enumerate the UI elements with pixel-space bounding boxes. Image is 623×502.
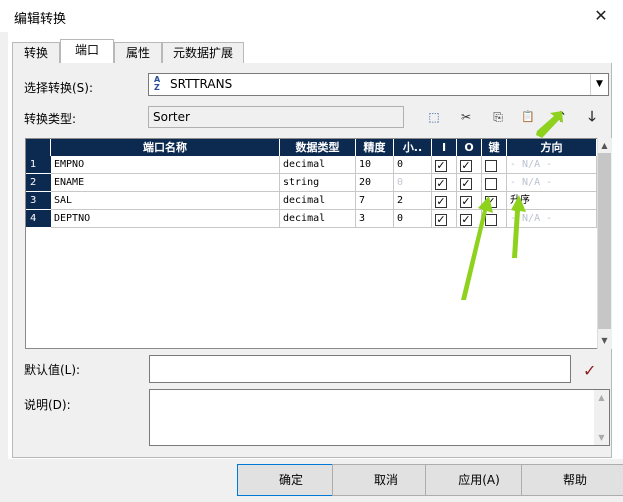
header-input[interactable]: I [432, 139, 457, 156]
output-checkbox[interactable]: ✓ [460, 196, 472, 208]
key-checkbox[interactable] [485, 214, 497, 226]
tab-properties[interactable]: 属性 [114, 42, 162, 64]
scale-cell[interactable]: 0 [394, 156, 432, 174]
chevron-down-icon[interactable]: ▼ [590, 74, 608, 95]
help-button[interactable]: 帮助 [521, 464, 623, 496]
row-number[interactable]: 1 [26, 156, 51, 174]
input-checkbox[interactable]: ✓ [435, 214, 447, 226]
precision-cell[interactable]: 10 [356, 156, 394, 174]
title-bar [0, 0, 623, 32]
output-checkbox[interactable]: ✓ [460, 160, 472, 172]
description-label: 说明(D): [24, 398, 71, 412]
sort-az-icon: A Z [154, 75, 161, 92]
tab-transform[interactable]: 转换 [12, 42, 60, 64]
header-precision[interactable]: 精度 [356, 139, 394, 156]
port-name-cell[interactable]: ENAME [51, 174, 280, 192]
direction-cell[interactable]: - N/A - [507, 174, 597, 192]
close-button[interactable]: ✕ [590, 5, 612, 27]
data-type-cell[interactable]: decimal [280, 210, 356, 228]
scale-cell[interactable]: 0 [394, 174, 432, 192]
scroll-up-icon[interactable]: ▲ [597, 138, 612, 153]
scroll-down-icon[interactable]: ▼ [594, 430, 609, 445]
port-name-cell[interactable]: DEPTNO [51, 210, 280, 228]
grid-header-corner [26, 139, 51, 156]
move-down-icon[interactable]: 🡓 [581, 106, 603, 128]
data-type-cell[interactable]: decimal [280, 192, 356, 210]
cut-icon[interactable]: ✂ [455, 106, 477, 128]
ok-button[interactable]: 确定 [237, 464, 345, 496]
row-number[interactable]: 3 [26, 192, 51, 210]
grid-scroll-thumb[interactable] [598, 153, 611, 329]
precision-cell[interactable]: 7 [356, 192, 394, 210]
direction-cell[interactable]: - N/A - [507, 156, 597, 174]
copy-icon[interactable]: ⎘ [487, 106, 509, 128]
header-key[interactable]: 键 [482, 139, 507, 156]
direction-cell[interactable]: - N/A - [507, 210, 597, 228]
paste-icon[interactable]: 📋 [517, 106, 539, 128]
scale-cell[interactable]: 0 [394, 210, 432, 228]
transform-type-label: 转换类型: [24, 112, 77, 126]
output-checkbox[interactable]: ✓ [460, 178, 472, 190]
tab-metadata-extensions[interactable]: 元数据扩展 [162, 42, 244, 64]
input-checkbox[interactable]: ✓ [435, 196, 447, 208]
port-name-cell[interactable]: EMPNO [51, 156, 280, 174]
header-scale[interactable]: 小.. [394, 139, 432, 156]
header-direction[interactable]: 方向 [507, 139, 597, 156]
key-checkbox[interactable] [485, 160, 497, 172]
key-checkbox[interactable]: ✓ [485, 196, 497, 208]
output-checkbox[interactable]: ✓ [460, 214, 472, 226]
scale-cell[interactable]: 2 [394, 192, 432, 210]
tab-ports[interactable]: 端口 [60, 39, 114, 64]
data-type-cell[interactable]: string [280, 174, 356, 192]
default-value-label: 默认值(L): [24, 363, 81, 377]
select-transform-combo[interactable]: A Z SRTTRANS ▼ [148, 73, 609, 96]
select-transform-label: 选择转换(S): [24, 81, 94, 95]
header-data-type[interactable]: 数据类型 [280, 139, 356, 156]
transform-type-field: Sorter [148, 106, 404, 128]
data-type-cell[interactable]: decimal [280, 156, 356, 174]
validate-check-icon[interactable]: ✓ [583, 361, 596, 380]
direction-cell[interactable]: 升序 [507, 192, 597, 210]
left-edge [0, 32, 8, 502]
header-output[interactable]: O [457, 139, 482, 156]
description-textarea[interactable] [149, 389, 610, 446]
port-name-cell[interactable]: SAL [51, 192, 280, 210]
row-number[interactable]: 2 [26, 174, 51, 192]
precision-cell[interactable]: 20 [356, 174, 394, 192]
apply-button[interactable]: 应用(A) [425, 464, 533, 496]
window-title: 编辑转换 [14, 12, 67, 27]
precision-cell[interactable]: 3 [356, 210, 394, 228]
input-checkbox[interactable]: ✓ [435, 160, 447, 172]
header-port-name[interactable]: 端口名称 [51, 139, 280, 156]
cancel-button[interactable]: 取消 [332, 464, 440, 496]
move-up-icon[interactable]: 🡑 [550, 106, 572, 128]
scroll-up-icon[interactable]: ▲ [594, 390, 609, 405]
default-value-input[interactable] [149, 355, 571, 383]
scroll-down-icon[interactable]: ▼ [597, 333, 612, 348]
row-number[interactable]: 4 [26, 210, 51, 228]
key-checkbox[interactable] [485, 178, 497, 190]
new-port-icon[interactable]: ⬚ [423, 106, 445, 128]
select-transform-value: SRTTRANS [170, 77, 233, 91]
input-checkbox[interactable]: ✓ [435, 178, 447, 190]
